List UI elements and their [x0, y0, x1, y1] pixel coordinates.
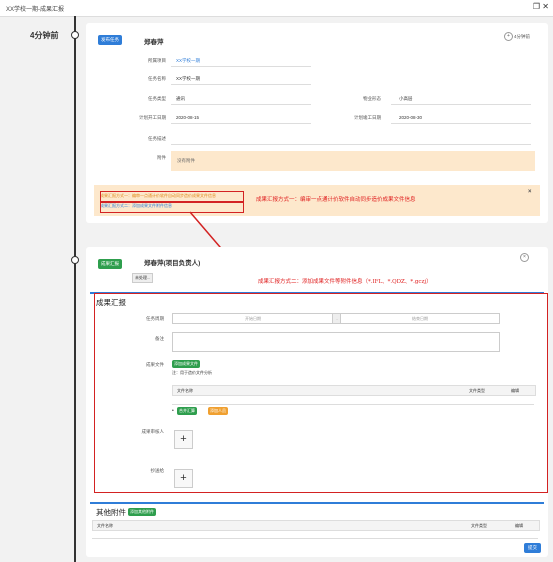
other-col-file-name: 文件名称	[97, 523, 113, 528]
annotation-method2: 成果汇报方式二：添加成果文件等附件信息（*.IFL、*.QDZ、*.gczj）	[258, 279, 432, 285]
section-title-other: 其他附件	[96, 508, 126, 517]
add-other-attachment-button[interactable]: 添加其他附件	[128, 508, 156, 516]
submit-button[interactable]: 提交	[524, 543, 541, 553]
other-col-edit: 编辑	[515, 523, 523, 528]
other-col-file-type: 文件类型	[471, 523, 487, 528]
highlight-box-report-section	[94, 293, 548, 493]
report-badge: 成果汇报	[98, 259, 122, 269]
other-table-header: 文件名称 文件类型 编辑	[92, 520, 540, 531]
status-tag: 未处理...	[132, 273, 154, 283]
report-person-name: 郑春萍(项目负责人)	[144, 260, 201, 267]
other-divider	[90, 502, 544, 504]
report-close-icon[interactable]: ×	[520, 253, 529, 262]
